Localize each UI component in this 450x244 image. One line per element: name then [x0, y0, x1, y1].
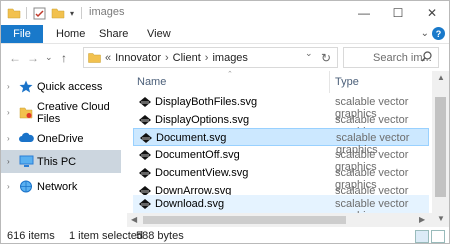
file-row[interactable]: DisplayBothFiles.svg scalable vector gra…: [133, 93, 429, 120]
window-title: images: [89, 6, 125, 18]
recent-locations-button[interactable]: ⌄: [45, 52, 53, 63]
minimize-button[interactable]: —: [347, 1, 381, 25]
tab-home[interactable]: Home: [56, 25, 85, 43]
folder-icon: [7, 5, 21, 21]
nav-item-this-pc[interactable]: › This PC: [1, 150, 121, 173]
breadcrumb-innovator[interactable]: Innovator: [115, 52, 161, 64]
file-name: Document.svg: [156, 132, 227, 144]
vertical-scroll-thumb[interactable]: [435, 97, 446, 197]
column-header-row: ⌃ Name Type: [127, 71, 437, 93]
breadcrumb-separator[interactable]: ›: [165, 52, 169, 64]
refresh-icon[interactable]: ↻: [321, 51, 331, 65]
scroll-left-icon[interactable]: ◀: [131, 215, 137, 224]
chevron-right-icon[interactable]: ›: [7, 182, 10, 191]
tab-share[interactable]: Share: [99, 25, 128, 43]
nav-item-quick-access[interactable]: › Quick access: [1, 75, 121, 98]
chevron-right-icon[interactable]: ›: [7, 157, 10, 166]
up-button[interactable]: ↑: [61, 51, 67, 65]
title-bar: ▾ images — ☐ ✕: [1, 1, 449, 25]
search-icon: [421, 51, 432, 65]
close-button[interactable]: ✕: [415, 1, 449, 25]
nav-item-label: OneDrive: [37, 132, 84, 145]
nav-item-creative-cloud[interactable]: › Creative Cloud Files: [1, 100, 121, 125]
address-dropdown-icon[interactable]: ⌄: [305, 48, 313, 59]
computer-icon: [19, 155, 34, 168]
svg-file-icon: [139, 199, 151, 209]
breadcrumb-client[interactable]: Client: [173, 52, 201, 64]
folder-icon: [88, 52, 101, 63]
file-row[interactable]: DocumentView.svg scalable vector graphic…: [133, 164, 429, 191]
sort-arrow-icon: ⌃: [227, 71, 233, 78]
chevron-right-icon[interactable]: ›: [7, 134, 10, 143]
star-icon: [19, 80, 33, 93]
back-button[interactable]: ←: [9, 51, 21, 65]
nav-item-label: Quick access: [37, 80, 103, 93]
cloud-icon: [19, 132, 34, 145]
explorer-window: ▾ images — ☐ ✕ File Home Share View ⌄ ? …: [0, 0, 450, 244]
file-name: DisplayBothFiles.svg: [155, 96, 258, 108]
expand-ribbon-icon[interactable]: ⌄: [421, 28, 429, 39]
search-input[interactable]: Search im...: [343, 47, 439, 68]
chevron-right-icon[interactable]: ›: [7, 82, 10, 91]
details-view-icon[interactable]: [415, 230, 429, 243]
nav-item-label: Creative Cloud Files: [37, 100, 110, 125]
svg-file-icon: [139, 150, 151, 160]
file-row[interactable]: DisplayOptions.svg scalable vector graph…: [133, 111, 429, 138]
breadcrumb-images[interactable]: images: [212, 52, 247, 64]
horizontal-scrollbar[interactable]: ◀ ▶: [127, 213, 432, 227]
horizontal-scroll-thumb[interactable]: [143, 216, 346, 224]
file-list: ⌃ Name Type DisplayBothFiles.svg scalabl…: [127, 71, 449, 227]
nav-item-label: This PC: [37, 155, 77, 168]
column-header-name[interactable]: Name: [137, 76, 166, 88]
file-name: DocumentOff.svg: [155, 149, 240, 161]
new-folder-icon[interactable]: [51, 5, 65, 21]
file-name: DocumentView.svg: [155, 167, 249, 179]
ribbon-tabs: File Home Share View ⌄ ?: [1, 25, 449, 43]
chevron-right-icon[interactable]: ›: [7, 108, 10, 117]
selection-size: 588 bytes: [136, 230, 184, 242]
status-bar: 616 items 1 item selected 588 bytes: [1, 227, 449, 244]
address-bar[interactable]: « Innovator › Client › images: [83, 47, 338, 68]
folder-icon: [19, 106, 33, 119]
address-row: ← → ⌄ ↑ « Innovator › Client › images ⌄ …: [1, 43, 449, 71]
scroll-down-icon[interactable]: ▼: [437, 214, 445, 223]
breadcrumb-overflow[interactable]: «: [105, 52, 111, 64]
item-count: 616 items: [7, 230, 55, 242]
vertical-scrollbar[interactable]: ▲ ▼: [432, 71, 449, 227]
file-name: Download.svg: [155, 198, 225, 210]
file-row[interactable]: DocumentOff.svg scalable vector graphics: [133, 146, 429, 173]
nav-item-onedrive[interactable]: › OneDrive: [1, 127, 121, 150]
maximize-button[interactable]: ☐: [381, 1, 415, 25]
scroll-up-icon[interactable]: ▲: [437, 73, 445, 82]
nav-item-label: Network: [37, 180, 78, 193]
selection-count: 1 item selected: [69, 230, 143, 242]
large-icons-view-icon[interactable]: [431, 230, 445, 243]
customize-toolbar-icon[interactable]: ▾: [67, 5, 77, 21]
scroll-right-icon[interactable]: ▶: [419, 215, 425, 224]
column-header-type[interactable]: Type: [335, 76, 359, 88]
navigation-pane: › Quick access › Creative Cloud Files › …: [1, 71, 127, 227]
breadcrumb-separator[interactable]: ›: [205, 52, 209, 64]
properties-icon[interactable]: [32, 5, 46, 21]
tab-view[interactable]: View: [147, 25, 171, 43]
svg-file-icon: [139, 168, 151, 178]
nav-item-network[interactable]: › Network: [1, 175, 121, 198]
file-row-hover[interactable]: Download.svg scalable vector graphics: [133, 195, 429, 222]
file-name: DisplayOptions.svg: [155, 114, 250, 126]
svg-file-icon: [140, 133, 152, 143]
svg-file-icon: [139, 115, 151, 125]
svg-file-icon: [139, 97, 151, 107]
help-icon[interactable]: ?: [432, 27, 445, 40]
tab-file[interactable]: File: [1, 25, 43, 43]
network-icon: [19, 180, 33, 193]
forward-button[interactable]: →: [27, 51, 39, 65]
file-row-selected[interactable]: Document.svg scalable vector graphics: [133, 128, 429, 156]
